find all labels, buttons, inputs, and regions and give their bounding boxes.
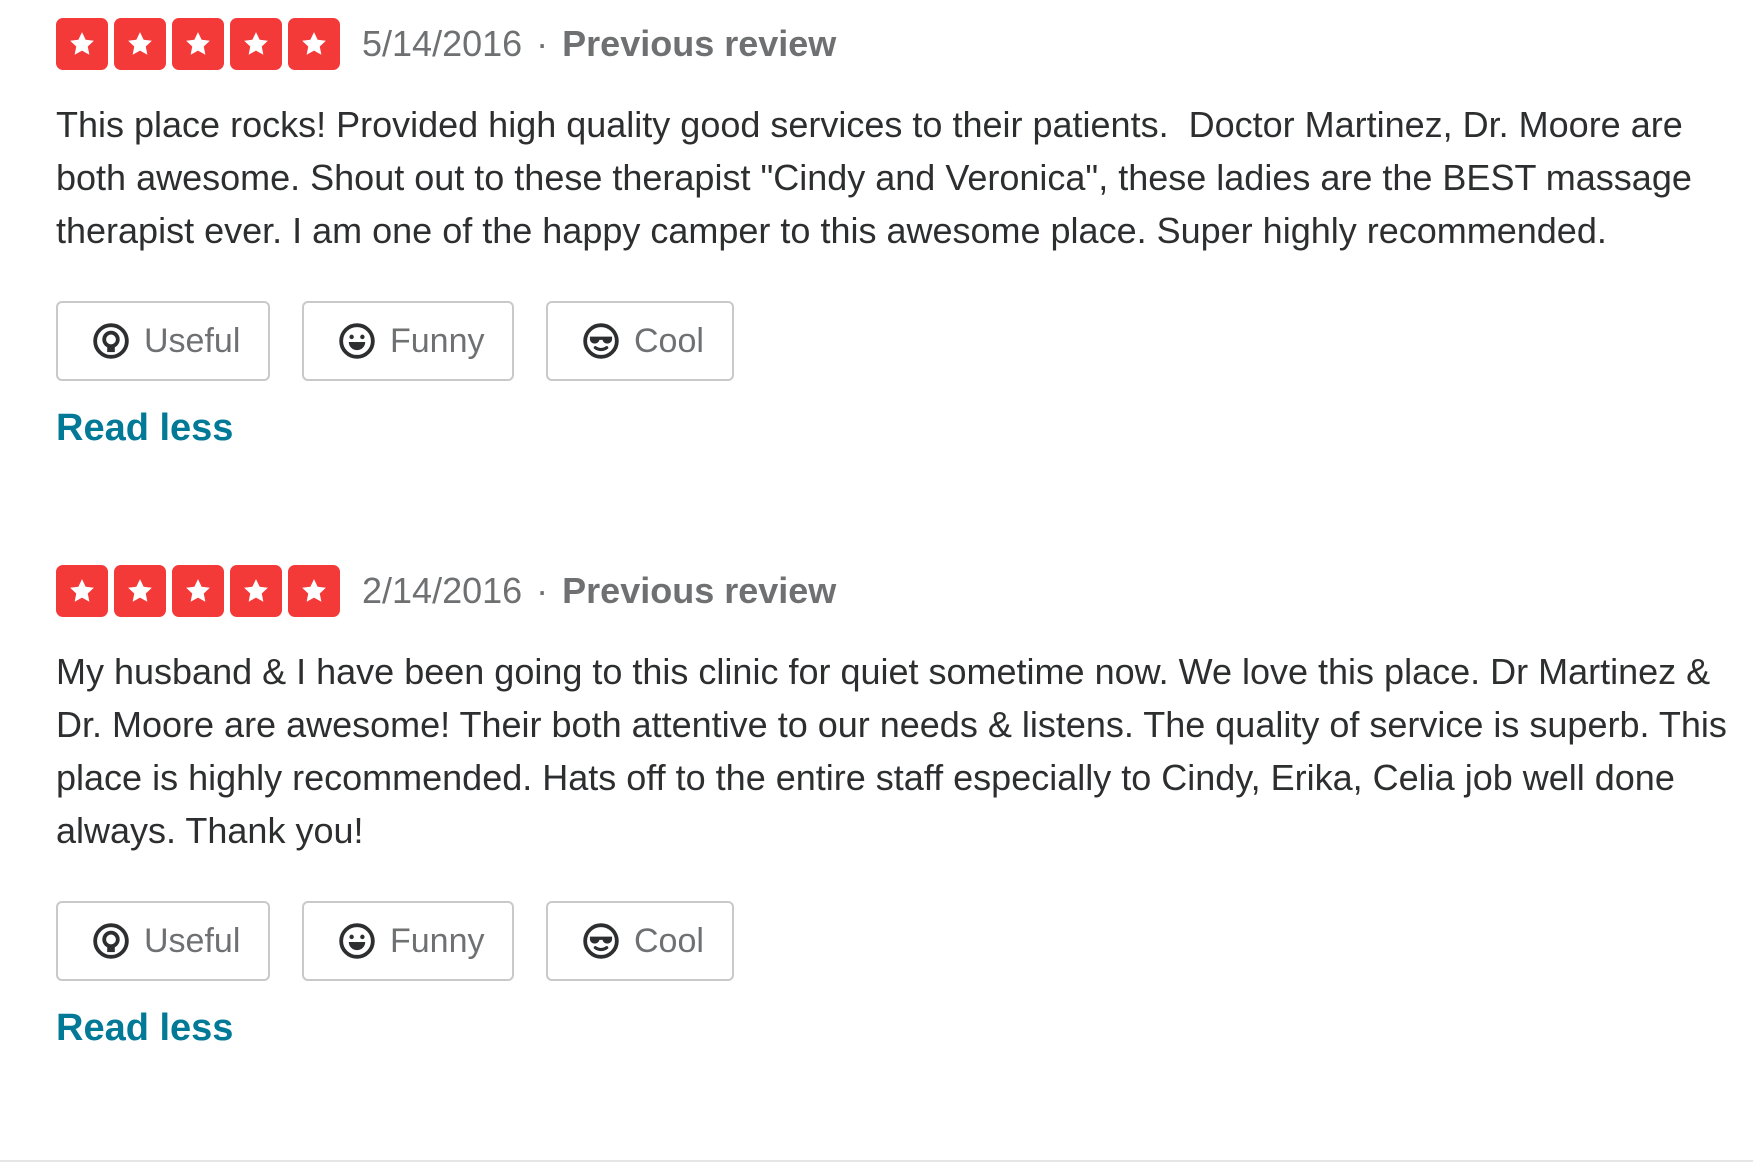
review-date: 5/14/2016 [362, 23, 523, 64]
review-actions: Useful Funny Cool [56, 301, 1746, 381]
divider [0, 1160, 1753, 1162]
star-icon [288, 18, 340, 70]
review-text: My husband & I have been going to this c… [56, 651, 1737, 851]
smiley-icon [338, 922, 376, 960]
previous-review-label: Previous review [562, 570, 837, 611]
lightbulb-icon [92, 922, 130, 960]
meta-separator: · [536, 570, 549, 611]
star-icon [114, 565, 166, 617]
read-less-link[interactable]: Read less [56, 407, 233, 450]
meta-separator: · [536, 23, 549, 64]
useful-button[interactable]: Useful [56, 901, 270, 981]
read-less-link[interactable]: Read less [56, 1007, 233, 1050]
review-actions: Useful Funny Cool [56, 901, 1746, 981]
cool-label: Cool [634, 921, 704, 960]
previous-review-label: Previous review [562, 23, 837, 64]
star-icon [172, 18, 224, 70]
star-icon [230, 565, 282, 617]
lightbulb-icon [92, 322, 130, 360]
funny-button[interactable]: Funny [302, 301, 514, 381]
funny-label: Funny [390, 321, 485, 360]
sunglasses-icon [582, 922, 620, 960]
sunglasses-icon [582, 322, 620, 360]
star-icon [56, 565, 108, 617]
funny-button[interactable]: Funny [302, 901, 514, 981]
star-icon [172, 565, 224, 617]
cool-button[interactable]: Cool [546, 901, 734, 981]
star-icon [230, 18, 282, 70]
star-rating [56, 18, 340, 70]
star-icon [56, 18, 108, 70]
useful-button[interactable]: Useful [56, 301, 270, 381]
review-meta: 2/14/2016 · Previous review [56, 565, 1746, 617]
star-icon [114, 18, 166, 70]
review-card: 5/14/2016 · Previous review This place r… [56, 18, 1746, 450]
review-date: 2/14/2016 [362, 570, 523, 611]
useful-label: Useful [144, 321, 241, 360]
star-icon [288, 565, 340, 617]
review-card: 2/14/2016 · Previous review My husband &… [56, 565, 1746, 1050]
star-rating [56, 565, 340, 617]
review-meta: 5/14/2016 · Previous review [56, 18, 1746, 70]
useful-label: Useful [144, 921, 241, 960]
smiley-icon [338, 322, 376, 360]
review-text: This place rocks! Provided high quality … [56, 104, 1702, 251]
cool-button[interactable]: Cool [546, 301, 734, 381]
cool-label: Cool [634, 321, 704, 360]
funny-label: Funny [390, 921, 485, 960]
